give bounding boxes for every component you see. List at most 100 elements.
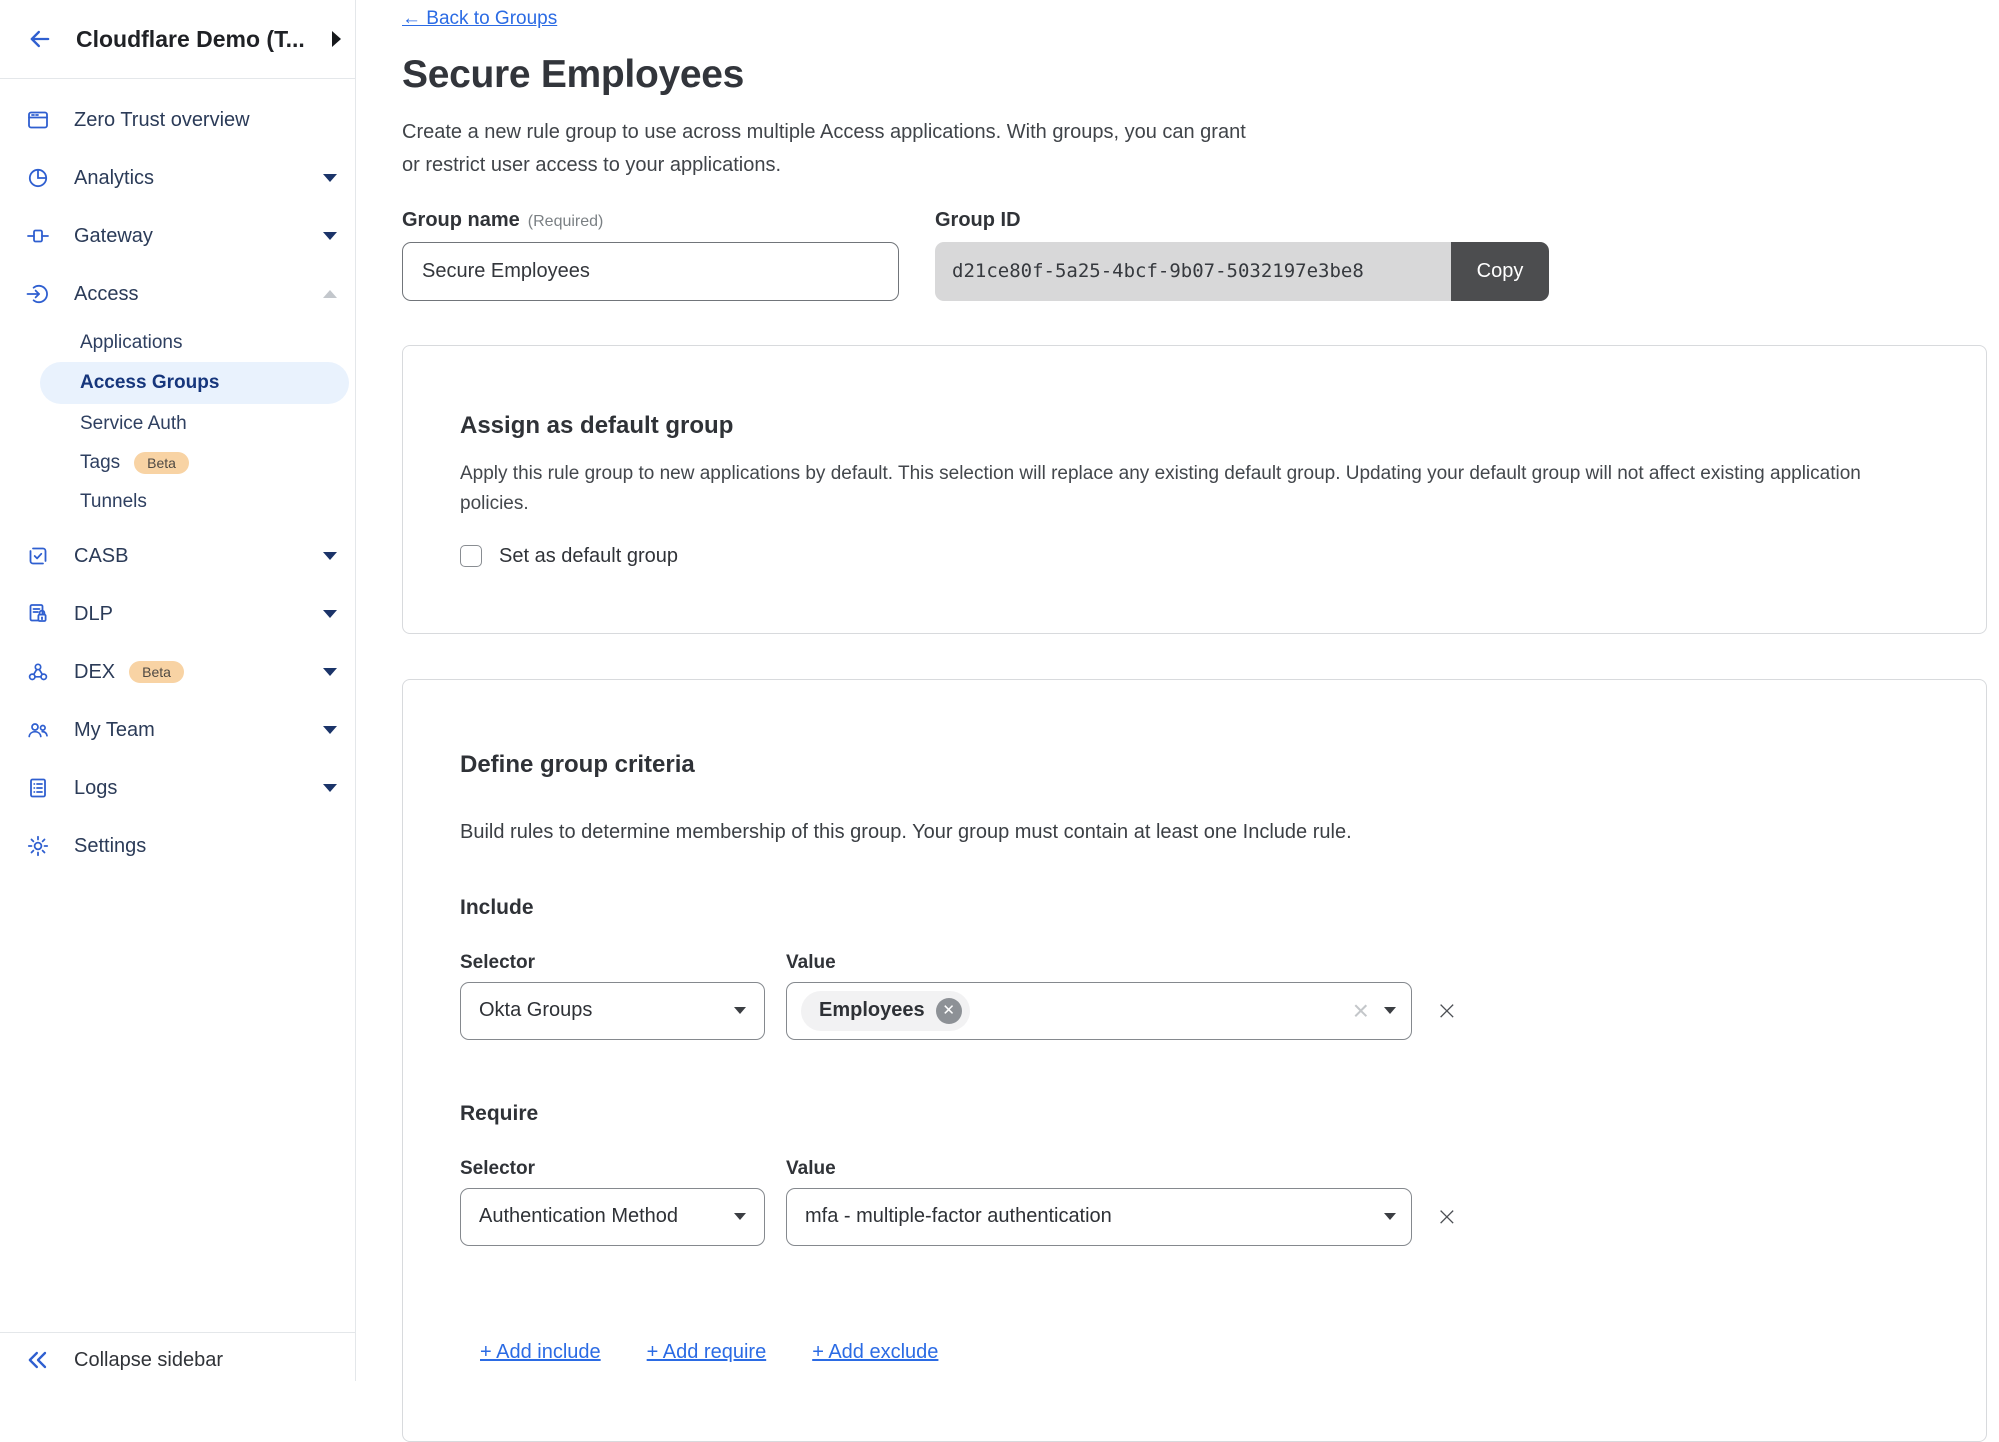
chevron-down-icon	[734, 1213, 746, 1220]
remove-include-rule-button[interactable]: ×	[1436, 998, 1458, 1024]
add-exclude-link[interactable]: + Add exclude	[812, 1341, 938, 1364]
value-chip-label: Employees	[819, 999, 925, 1022]
require-value-dropdown[interactable]: mfa - multiple-factor authentication	[786, 1188, 1412, 1246]
chevron-down-icon	[323, 784, 337, 792]
collapse-sidebar-icon	[24, 1346, 52, 1374]
chip-remove-icon[interactable]: ✕	[936, 998, 962, 1024]
set-default-group-label: Set as default group	[499, 545, 678, 568]
selector-label: Selector	[460, 1158, 765, 1180]
sidebar-item-label: My Team	[74, 719, 155, 742]
chevron-up-icon	[323, 290, 337, 298]
value-label: Value	[786, 952, 836, 974]
include-column-labels: Selector Value	[460, 952, 1929, 974]
include-selector-dropdown[interactable]: Okta Groups	[460, 982, 765, 1040]
sidebar-item-zero-trust-overview[interactable]: Zero Trust overview	[0, 91, 355, 149]
sidebar-item-label: Gateway	[74, 225, 153, 248]
require-selector-dropdown[interactable]: Authentication Method	[460, 1188, 765, 1246]
chevron-down-icon	[323, 610, 337, 618]
access-icon	[26, 282, 50, 306]
sidebar-item-logs[interactable]: Logs	[0, 759, 355, 817]
sidebar-item-tags[interactable]: Tags Beta	[0, 443, 355, 482]
gateway-icon	[26, 224, 50, 248]
casb-icon	[26, 544, 50, 568]
require-heading: Require	[460, 1102, 1929, 1126]
sidebar-item-label: Applications	[80, 332, 182, 354]
beta-badge: Beta	[129, 661, 184, 683]
sidebar-item-label: Tags	[80, 452, 120, 474]
team-icon	[26, 718, 50, 742]
assign-default-group-card: Assign as default group Apply this rule …	[402, 345, 1987, 634]
sidebar-item-label: Analytics	[74, 167, 154, 190]
add-include-link[interactable]: + Add include	[480, 1341, 601, 1364]
group-id-label: Group ID	[935, 209, 1549, 233]
sidebar-item-applications[interactable]: Applications	[0, 323, 355, 362]
sidebar-item-gateway[interactable]: Gateway	[0, 207, 355, 265]
group-name-input[interactable]	[402, 242, 899, 301]
define-group-criteria-title: Define group criteria	[460, 751, 1929, 780]
main-content: ← Back to Groups Secure Employees Create…	[356, 0, 1999, 1442]
back-to-groups-link[interactable]: ← Back to Groups	[402, 8, 557, 30]
sidebar-item-my-team[interactable]: My Team	[0, 701, 355, 759]
chevron-down-icon	[323, 668, 337, 676]
sidebar-item-label: Access	[74, 283, 138, 306]
chevron-down-icon	[1384, 1007, 1396, 1014]
add-rule-links: + Add include + Add require + Add exclud…	[480, 1341, 1929, 1364]
assign-default-group-title: Assign as default group	[460, 412, 1929, 441]
page-title: Secure Employees	[402, 52, 1999, 99]
sidebar-item-casb[interactable]: CASB	[0, 527, 355, 585]
require-column-labels: Selector Value	[460, 1158, 1929, 1180]
group-name-id-row: Group name(Required) Group ID d21ce80f-5…	[402, 209, 1999, 301]
sidebar-item-label: Logs	[74, 777, 117, 800]
chevron-down-icon	[323, 552, 337, 560]
sidebar-nav: Zero Trust overview Analytics Gateway Ac…	[0, 79, 355, 875]
sidebar: Cloudflare Demo (T... Zero Trust overvie…	[0, 0, 356, 1381]
chevron-down-icon	[734, 1007, 746, 1014]
sidebar-item-analytics[interactable]: Analytics	[0, 149, 355, 207]
overview-icon	[26, 108, 50, 132]
sidebar-item-label: Tunnels	[80, 491, 147, 513]
chevron-down-icon	[1384, 1213, 1396, 1220]
beta-badge: Beta	[134, 452, 189, 474]
copy-button[interactable]: Copy	[1451, 242, 1549, 301]
remove-require-rule-button[interactable]: ×	[1436, 1204, 1458, 1230]
sidebar-item-label: Settings	[74, 835, 146, 858]
sidebar-item-label: Access Groups	[80, 372, 219, 394]
sidebar-item-dlp[interactable]: DLP	[0, 585, 355, 643]
page-description: Create a new rule group to use across mu…	[402, 116, 1999, 182]
sidebar-item-label: Zero Trust overview	[74, 109, 250, 132]
chevron-down-icon	[323, 726, 337, 734]
include-heading: Include	[460, 896, 1929, 920]
sidebar-item-dex[interactable]: DEX Beta	[0, 643, 355, 701]
sidebar-item-access-groups[interactable]: Access Groups	[40, 362, 349, 404]
include-rule-row: Okta Groups Employees ✕ × ×	[460, 982, 1929, 1040]
value-chip: Employees ✕	[801, 991, 970, 1031]
include-selector-value: Okta Groups	[479, 999, 592, 1022]
collapse-sidebar-label: Collapse sidebar	[74, 1349, 223, 1372]
sidebar-item-access[interactable]: Access	[0, 265, 355, 323]
collapse-sidebar-button[interactable]: Collapse sidebar	[0, 1332, 355, 1374]
account-name: Cloudflare Demo (T...	[76, 26, 332, 53]
sidebar-header: Cloudflare Demo (T...	[0, 0, 355, 79]
back-arrow-icon[interactable]	[26, 25, 54, 53]
required-hint: (Required)	[528, 213, 604, 230]
value-label: Value	[786, 1158, 836, 1180]
clear-values-icon[interactable]: ×	[1353, 997, 1369, 1025]
define-group-criteria-card: Define group criteria Build rules to det…	[402, 679, 1987, 1442]
logs-icon	[26, 776, 50, 800]
analytics-icon	[26, 166, 50, 190]
set-default-group-row[interactable]: Set as default group	[460, 545, 1929, 568]
selector-label: Selector	[460, 952, 765, 974]
account-expand-icon[interactable]	[332, 31, 341, 47]
sidebar-item-service-auth[interactable]: Service Auth	[0, 404, 355, 443]
chevron-down-icon	[323, 232, 337, 240]
require-rule-row: Authentication Method mfa - multiple-fac…	[460, 1188, 1929, 1246]
sidebar-item-settings[interactable]: Settings	[0, 817, 355, 875]
sidebar-item-tunnels[interactable]: Tunnels	[0, 482, 355, 521]
sidebar-item-label: DLP	[74, 603, 113, 626]
include-value-multiselect[interactable]: Employees ✕ ×	[786, 982, 1412, 1040]
sidebar-item-label: CASB	[74, 545, 128, 568]
add-require-link[interactable]: + Add require	[647, 1341, 767, 1364]
group-name-label: Group name(Required)	[402, 209, 899, 233]
set-default-group-checkbox[interactable]	[460, 545, 482, 567]
group-id-bar: d21ce80f-5a25-4bcf-9b07-5032197e3be8 Cop…	[935, 242, 1549, 301]
